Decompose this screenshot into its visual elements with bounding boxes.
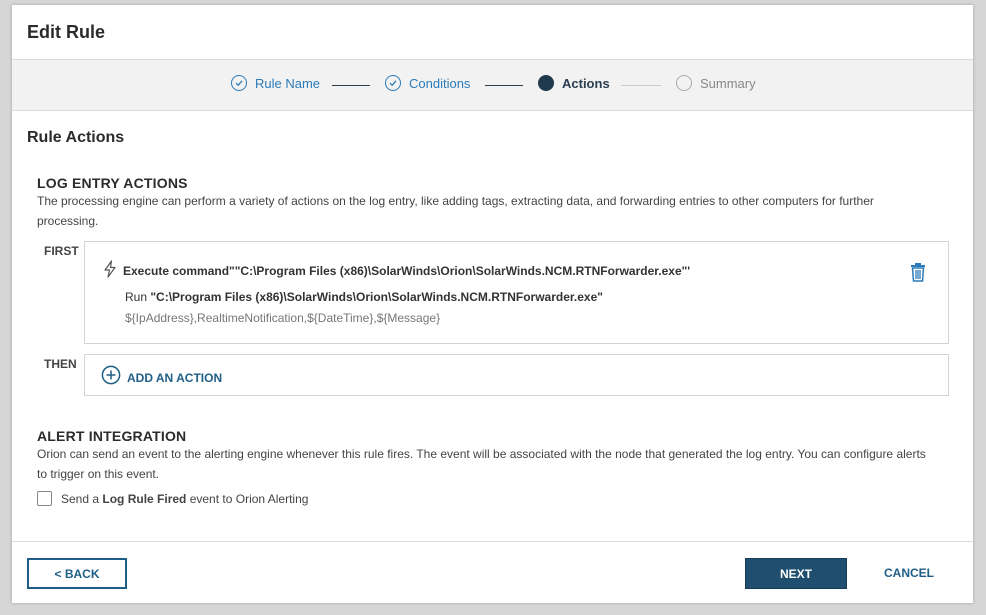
alert-heading: ALERT INTEGRATION	[37, 428, 187, 444]
log-entry-description: The processing engine can perform a vari…	[37, 194, 874, 228]
add-action-button[interactable]: ADD AN ACTION	[101, 365, 222, 390]
action-run-line: Run "C:\Program Files (x86)\SolarWinds\O…	[125, 290, 603, 304]
step-connector	[621, 85, 661, 86]
step-actions: Actions	[538, 75, 610, 91]
step-conditions[interactable]: Conditions	[385, 75, 470, 91]
step-rule-name[interactable]: Rule Name	[231, 75, 320, 91]
checkbox-label-prefix: Send a	[61, 491, 103, 506]
add-action-row: ADD AN ACTION	[84, 354, 949, 396]
active-step-icon	[538, 75, 554, 91]
cancel-button[interactable]: CANCEL	[874, 558, 944, 587]
checkbox-label: Send a Log Rule Fired event to Orion Ale…	[61, 492, 308, 506]
step-connector	[332, 85, 370, 86]
log-entry-heading: LOG ENTRY ACTIONS	[37, 175, 188, 191]
action-title-text: Execute command""C:\Program Files (x86)\…	[123, 263, 691, 278]
step-label: Actions	[562, 75, 610, 91]
step-summary: Summary	[676, 75, 756, 91]
wizard-stepper: Rule Name Conditions Actions Summary	[12, 59, 973, 111]
plus-circle-icon	[101, 365, 121, 390]
step-label: Rule Name	[255, 75, 321, 91]
dialog-title: Edit Rule	[27, 22, 106, 42]
add-action-label: ADD AN ACTION	[127, 370, 223, 385]
first-label: FIRST	[44, 244, 79, 258]
then-label: THEN	[44, 357, 77, 371]
edit-rule-dialog: Edit Rule Rule Name Conditions Actions S…	[12, 5, 973, 603]
back-button[interactable]: < BACK	[27, 558, 127, 589]
footer-divider	[12, 541, 973, 542]
empty-circle-icon	[676, 75, 692, 91]
checkbox-label-bold: Log Rule Fired	[102, 491, 187, 506]
run-prefix: Run	[125, 290, 151, 304]
lightning-icon	[103, 260, 117, 281]
alert-checkbox[interactable]	[37, 491, 52, 506]
action-params: ${IpAddress},RealtimeNotification,${Date…	[125, 311, 441, 325]
run-command: "C:\Program Files (x86)\SolarWinds\Orion…	[150, 290, 603, 304]
step-label: Summary	[700, 75, 756, 91]
trash-icon[interactable]	[909, 262, 927, 287]
next-button[interactable]: NEXT	[745, 558, 847, 589]
check-circle-icon	[231, 75, 247, 91]
alert-checkbox-row: Send a Log Rule Fired event to Orion Ale…	[37, 491, 308, 506]
step-label: Conditions	[409, 75, 471, 91]
checkbox-label-suffix: event to Orion Alerting	[186, 491, 309, 506]
check-circle-icon	[385, 75, 401, 91]
step-connector	[485, 85, 523, 86]
action-card: Execute command""C:\Program Files (x86)\…	[84, 241, 949, 344]
alert-description: Orion can send an event to the alerting …	[37, 447, 926, 481]
section-title: Rule Actions	[27, 129, 125, 146]
action-title: Execute command""C:\Program Files (x86)\…	[103, 260, 690, 281]
